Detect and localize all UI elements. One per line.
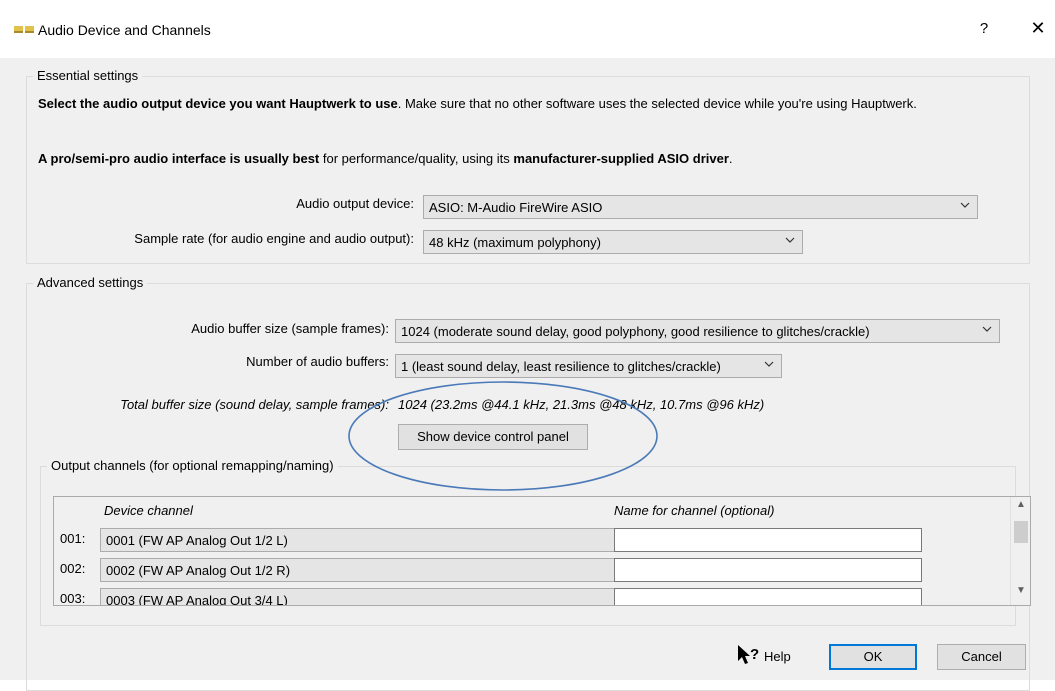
channel-name-input[interactable] [614,558,922,582]
sample-rate-value: 48 kHz (maximum polyphony) [429,235,601,250]
total-buffer-value: 1024 (23.2ms @44.1 kHz, 21.3ms @48 kHz, … [398,397,765,412]
channel-row-number: 003: [60,591,86,606]
device-channel-value: 0002 (FW AP Analog Out 1/2 R) [106,563,291,578]
dialog-client-area: Essential settings Select the audio outp… [0,58,1055,691]
buffer-size-select[interactable]: 1024 (moderate sound delay, good polypho… [395,319,1000,343]
scroll-up-icon[interactable]: ▲ [1011,499,1030,517]
audio-output-device-select[interactable]: ASIO: M-Audio FireWire ASIO [423,195,978,219]
channel-name-column-header: Name for channel (optional) [614,503,775,518]
title-help-button[interactable]: ? [974,20,994,37]
vertical-scrollbar[interactable]: ▲ ▼ [1010,497,1030,605]
device-channel-column-header: Device channel [104,503,193,518]
show-device-control-panel-button[interactable]: Show device control panel [398,424,588,450]
device-instruction-rest: . Make sure that no other software uses … [397,96,917,111]
device-channel-value: 0003 (FW AP Analog Out 3/4 L) [106,593,288,606]
asio-driver-bold: manufacturer-supplied ASIO driver [513,151,729,166]
interface-advice-mid: for performance/quality, using its [319,151,514,166]
channel-name-input[interactable] [614,588,922,605]
device-instruction-bold: Select the audio output device you want … [38,96,398,111]
total-buffer-label: Total buffer size (sound delay, sample f… [120,397,389,412]
scroll-down-icon[interactable]: ▼ [1011,585,1030,603]
channel-row-number: 002: [60,561,86,576]
device-channel-select[interactable]: 0003 (FW AP Analog Out 3/4 L) [100,588,660,606]
interface-advice-bold: A pro/semi-pro audio interface is usuall… [38,151,320,166]
sample-rate-label: Sample rate (for audio engine and audio … [134,231,414,246]
interface-advice-text: A pro/semi-pro audio interface is usuall… [38,151,1018,167]
help-cursor-icon: ? [738,645,759,664]
ok-button[interactable]: OK [829,644,917,670]
buffer-size-label: Audio buffer size (sample frames): [191,321,389,336]
window-title: Audio Device and Channels [38,22,211,38]
help-label: Help [764,649,791,664]
output-channels-title: Output channels (for optional remapping/… [47,458,338,473]
app-icon [14,26,34,34]
output-channels-list[interactable]: Device channel Name for channel (optiona… [53,496,1031,606]
scrollbar-thumb[interactable] [1014,521,1028,543]
num-buffers-label: Number of audio buffers: [246,354,389,369]
num-buffers-select[interactable]: 1 (least sound delay, least resilience t… [395,354,782,378]
essential-settings-title: Essential settings [33,68,143,83]
title-bar: Audio Device and Channels ? ✕ [0,0,1055,58]
channel-name-input[interactable] [614,528,922,552]
chevron-down-icon [785,237,795,243]
device-channel-value: 0001 (FW AP Analog Out 1/2 L) [106,533,288,548]
help-link[interactable]: ? Help [736,644,796,668]
device-channel-select[interactable]: 0001 (FW AP Analog Out 1/2 L) [100,528,660,552]
sample-rate-select[interactable]: 48 kHz (maximum polyphony) [423,230,803,254]
chevron-down-icon [960,202,970,208]
close-button[interactable]: ✕ [1028,18,1048,39]
device-instruction-text: Select the audio output device you want … [38,96,1018,112]
svg-text:?: ? [750,646,759,663]
channel-row-number: 001: [60,531,86,546]
audio-output-device-value: ASIO: M-Audio FireWire ASIO [429,200,603,215]
chevron-down-icon [764,361,774,367]
audio-output-device-label: Audio output device: [296,196,414,211]
chevron-down-icon [982,326,992,332]
interface-advice-end: . [728,151,733,166]
advanced-settings-title: Advanced settings [33,275,148,290]
num-buffers-value: 1 (least sound delay, least resilience t… [401,359,721,374]
device-channel-select[interactable]: 0002 (FW AP Analog Out 1/2 R) [100,558,660,582]
buffer-size-value: 1024 (moderate sound delay, good polypho… [401,324,870,339]
cancel-button[interactable]: Cancel [937,644,1026,670]
